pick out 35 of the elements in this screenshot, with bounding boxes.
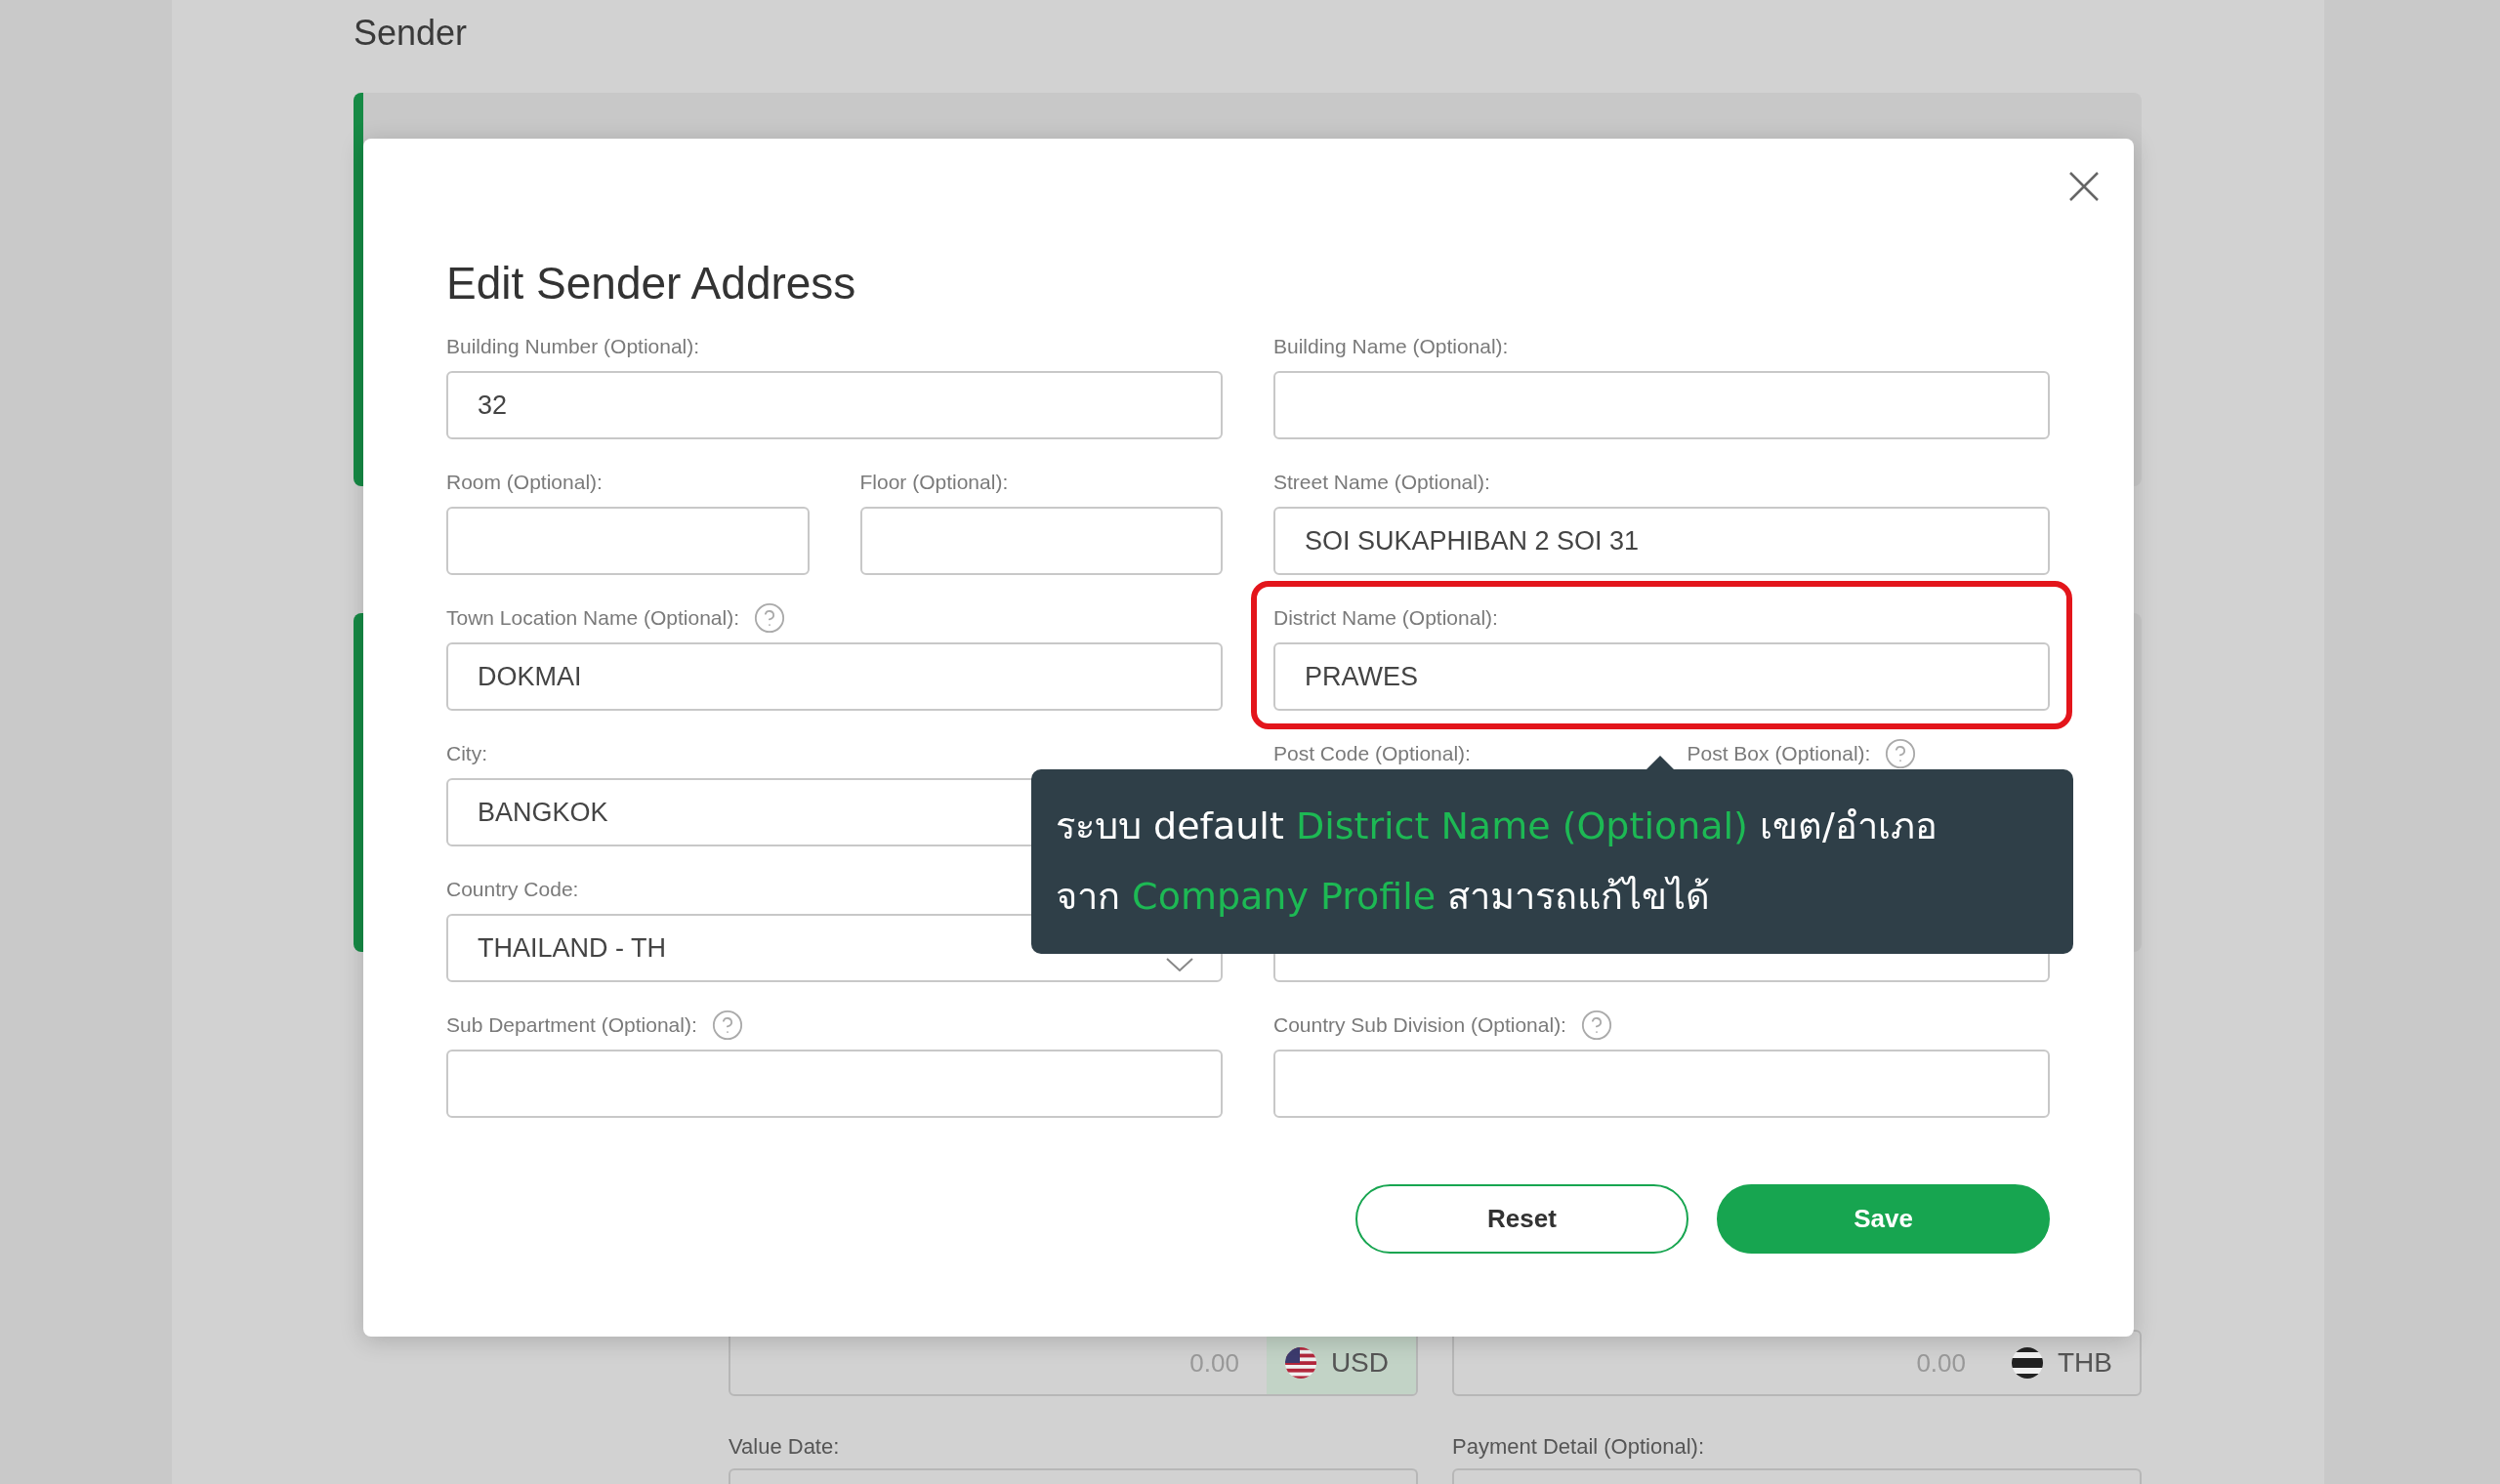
field-label: Post Box (Optional): — [1687, 742, 1871, 765]
chevron-icon — [1166, 958, 1193, 971]
field-label: Country Sub Division (Optional): — [1273, 1013, 1566, 1037]
flag-icon — [1283, 1346, 1317, 1380]
field-label: District Name (Optional): — [1273, 606, 1498, 630]
flag-icon — [2011, 1346, 2044, 1380]
input-field[interactable]: 32 — [446, 371, 1223, 439]
input-field[interactable] — [859, 507, 1223, 575]
amount-placeholder: 0.00 — [1915, 1346, 1967, 1380]
field-label: Sub Department (Optional): — [446, 1013, 697, 1037]
field-label: Payment Detail (Optional): — [1452, 1434, 1704, 1459]
input-field[interactable] — [1273, 1050, 2050, 1118]
field-label: Value Date: — [729, 1434, 840, 1459]
field-label: Room (Optional): — [446, 471, 603, 494]
field-label: Building Number (Optional): — [446, 335, 700, 358]
input-field[interactable] — [1273, 371, 2050, 439]
currency-code: USD — [1330, 1347, 1389, 1379]
input-field[interactable]: PRAWES — [1273, 642, 2050, 711]
input-field[interactable] — [446, 1050, 1223, 1118]
field-label: Post Code (Optional): — [1273, 742, 1471, 765]
help-icon[interactable] — [1884, 737, 1918, 770]
reset-button[interactable]: Reset — [1355, 1184, 1688, 1254]
field-label: Town Location Name (Optional): — [446, 606, 739, 630]
amount-placeholder: 0.00 — [1188, 1346, 1240, 1380]
field-label: Building Name (Optional): — [1273, 335, 1509, 358]
field-label: Street Name (Optional): — [1273, 471, 1490, 494]
field-label: Country Code: — [446, 878, 579, 901]
input-field[interactable]: DOKMAI — [446, 642, 1223, 711]
dialog-title: Edit Sender Address — [446, 257, 857, 310]
field-label: City: — [446, 742, 487, 765]
field-label: Floor (Optional): — [859, 471, 1009, 494]
input-field[interactable]: SOI SUKAPHIBAN 2 SOI 31 — [1273, 507, 2050, 575]
currency-code: THB — [2058, 1347, 2112, 1379]
section-title: Sender — [354, 14, 469, 53]
input-field[interactable] — [446, 507, 810, 575]
